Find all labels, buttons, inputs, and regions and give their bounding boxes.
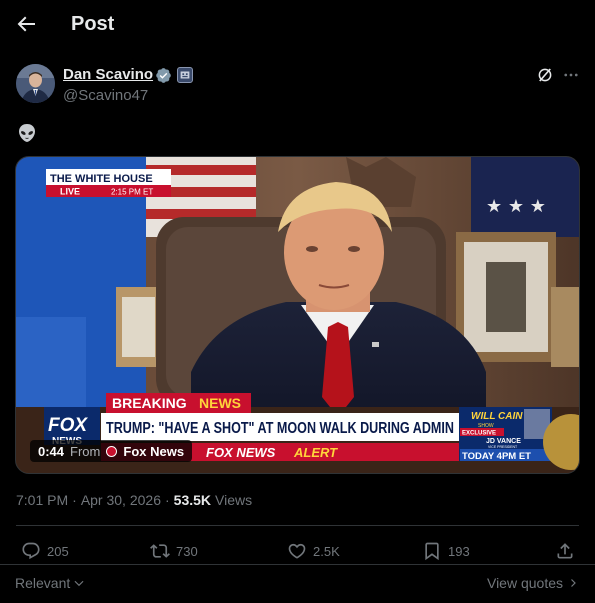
divider <box>0 564 595 565</box>
avatar[interactable] <box>16 64 55 103</box>
more-options-icon[interactable] <box>562 66 580 84</box>
breaking-news-label: NEWS <box>199 395 241 411</box>
views-count: 53.5K <box>173 492 212 508</box>
chyron-headline: TRUMP: "HAVE A SHOT" AT MOON WALK DURING… <box>106 420 454 437</box>
svg-text:★ ★ ★: ★ ★ ★ <box>486 196 546 217</box>
live-bug-title: THE WHITE HOUSE <box>50 173 153 185</box>
views-label: Views <box>215 492 253 508</box>
grok-icon[interactable] <box>536 66 554 84</box>
author-name[interactable]: Dan Scavino <box>63 66 153 83</box>
back-arrow-icon[interactable] <box>14 12 38 36</box>
divider <box>16 525 579 526</box>
promo-show: WILL CAIN <box>471 411 523 422</box>
share-icon <box>557 543 573 559</box>
page-title: Post <box>71 13 115 35</box>
meta-separator: · <box>72 492 77 508</box>
live-bug-live: LIVE <box>60 187 80 197</box>
video-player[interactable]: ★ ★ ★ THE WHITE HOUSE LIVE 2:15 PM ET BR… <box>15 156 580 474</box>
reply-icon <box>22 542 40 560</box>
author-handle[interactable]: @Scavino47 <box>63 87 148 104</box>
breaking-label: BREAKING <box>112 395 187 411</box>
promo-guest: JD VANCE <box>486 438 521 445</box>
promo-exclusive: EXCLUSIVE <box>462 431 496 437</box>
repost-button[interactable]: 730 <box>150 540 198 562</box>
alert-word: ALERT <box>293 445 338 460</box>
post-date[interactable]: Apr 30, 2026 <box>81 492 161 508</box>
repost-count: 730 <box>176 543 198 559</box>
video-duration-overlay: 0:44 From Fox News <box>30 440 193 462</box>
repost-icon <box>150 544 170 558</box>
reply-sort-dropdown[interactable]: Relevant <box>15 575 86 591</box>
video-source-prefix: From <box>70 443 101 459</box>
like-button[interactable]: 2.5K <box>287 540 340 562</box>
chevron-right-icon <box>571 579 576 587</box>
alert-brand: FOX NEWS <box>206 445 276 460</box>
verified-badge-icon <box>155 67 172 84</box>
share-button[interactable] <box>555 540 575 562</box>
promo-guest-title: VICE PRESIDENT <box>488 445 518 449</box>
reply-sort-label: Relevant <box>15 575 71 591</box>
fox-logo: FOX <box>48 415 88 436</box>
top-bar: Post <box>0 0 595 52</box>
view-quotes-link[interactable]: View quotes <box>487 575 579 591</box>
live-bug-time: 2:15 PM ET <box>111 188 153 197</box>
promo-time: TODAY 4PM ET <box>462 451 531 462</box>
video-duration: 0:44 <box>38 443 65 459</box>
bookmark-button[interactable]: 193 <box>422 540 470 562</box>
heart-icon <box>288 543 306 559</box>
reply-count: 205 <box>47 543 69 559</box>
chevron-down-icon <box>74 580 84 587</box>
alien-emoji-icon <box>16 122 38 144</box>
reply-button[interactable]: 205 <box>21 540 69 562</box>
bookmark-count: 193 <box>448 543 470 559</box>
affiliation-badge-icon[interactable] <box>177 67 193 83</box>
meta-separator: · <box>164 492 170 508</box>
bookmark-icon <box>425 542 439 561</box>
video-source-name[interactable]: Fox News <box>123 444 184 459</box>
view-quotes-label: View quotes <box>486 575 563 591</box>
post-metadata: 7:01 PM · Apr 30, 2026 · 53.5K Views <box>16 492 252 508</box>
like-count: 2.5K <box>313 543 340 559</box>
fox-news-source-icon <box>106 445 118 457</box>
post-time[interactable]: 7:01 PM <box>16 492 68 508</box>
